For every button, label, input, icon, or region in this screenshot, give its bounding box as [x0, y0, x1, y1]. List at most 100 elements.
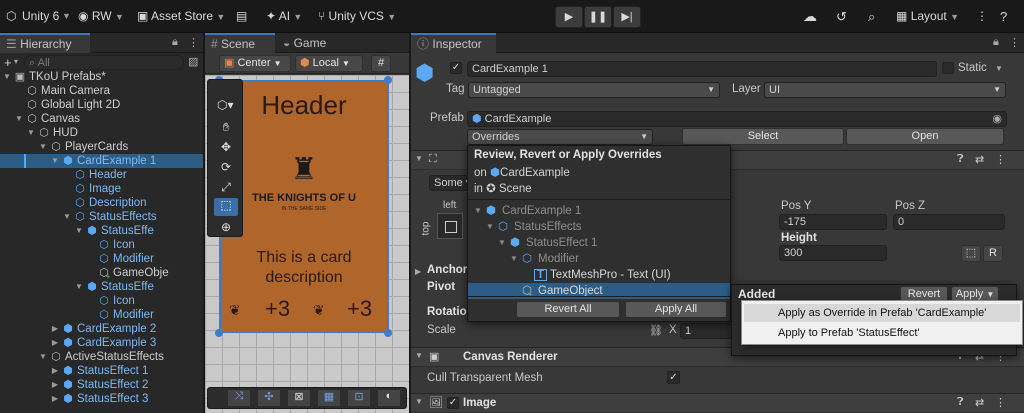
card-rect[interactable]: Header ♜ THE KNIGHTS OF U IN THE SAME SI… — [219, 80, 389, 333]
preset-icon[interactable]: ⇄ — [975, 153, 984, 166]
search-icon[interactable]: ⌕ — [868, 0, 875, 33]
chevron-down-icon[interactable]: ▼ — [498, 235, 506, 251]
hierarchy-row[interactable]: ⬡ Main Camera — [0, 84, 203, 98]
hierarchy-row[interactable]: ⬡ Global Light 2D — [0, 98, 203, 112]
ai-button[interactable]: ✦ AI ▼ — [266, 0, 302, 33]
pivot-dropdown[interactable]: ▣ Center ▼ — [219, 55, 291, 72]
chevron-right-icon[interactable]: ▶ — [50, 336, 60, 350]
raw-edit-button[interactable]: R — [983, 245, 1003, 262]
layer-dropdown[interactable]: UI ▼ — [764, 82, 1006, 98]
scale-tool-icon[interactable]: ⤢ — [216, 180, 236, 196]
tab-scene[interactable]: # Scene — [205, 33, 275, 53]
override-tree-item[interactable]: ▼ ⬡ StatusEffects — [468, 219, 730, 235]
open-button[interactable]: Open — [846, 128, 1004, 145]
view-icon[interactable]: ⊡ — [348, 390, 370, 406]
anchor-preset-button[interactable] — [437, 213, 463, 239]
chevron-down-icon[interactable]: ▼ — [74, 280, 84, 294]
filter-icon[interactable]: ▨ — [188, 55, 198, 68]
cube-icon[interactable]: ⬡▾ — [217, 98, 234, 112]
asset-store-button[interactable]: ▣ Asset Store ▼ — [137, 0, 225, 33]
chevron-down-icon[interactable]: ▼ — [74, 224, 84, 238]
chevron-down-icon[interactable]: ▼ — [510, 251, 518, 267]
package-icon[interactable]: ▤ — [236, 0, 247, 33]
more-icon[interactable]: ⋮ — [995, 153, 1006, 166]
height-input[interactable]: 300 — [779, 245, 887, 261]
history-icon[interactable]: ↺ — [836, 0, 847, 33]
hierarchy-row[interactable]: ▼ ⬡ ActiveStatusEffects — [0, 350, 203, 364]
hierarchy-row[interactable]: ▼ ⬡ Canvas — [0, 112, 203, 126]
hierarchy-row[interactable]: ⬡ Description — [0, 196, 203, 210]
chevron-down-icon[interactable]: ▼ — [26, 126, 36, 140]
pos-y-input[interactable]: -175 — [779, 214, 887, 230]
chevron-down-icon[interactable]: ▼ — [14, 112, 24, 126]
step-button[interactable]: ▶| — [613, 6, 641, 28]
chevron-right-icon[interactable]: ▶ — [50, 364, 60, 378]
rect-handle[interactable] — [215, 329, 223, 337]
revert-all-button[interactable]: Revert All — [516, 301, 620, 318]
chevron-right-icon[interactable]: ▶ — [50, 322, 60, 336]
chevron-down-icon[interactable]: ▼ — [474, 203, 482, 219]
shuffle-icon[interactable]: ⤨ — [228, 390, 250, 406]
override-tree-item[interactable]: ▼ ⬢ CardExample 1 — [468, 203, 730, 219]
cloud-icon[interactable]: ☁ — [803, 0, 817, 33]
account-button[interactable]: ◉ RW ▼ — [78, 0, 124, 33]
preset-icon[interactable]: ⇄ — [975, 396, 984, 409]
transform-tool-icon[interactable]: ⊕ — [216, 220, 236, 236]
hierarchy-row[interactable]: ⬡ Modifier — [0, 308, 203, 322]
blueprint-button[interactable]: ⬚ — [961, 245, 981, 262]
chevron-down-icon[interactable]: ▼ — [38, 140, 48, 154]
hierarchy-row[interactable]: ⬡ Modifier — [0, 252, 203, 266]
chevron-right-icon[interactable]: ▶ — [415, 267, 421, 276]
hierarchy-row[interactable]: ▼ ⬢ StatusEffe — [0, 280, 203, 294]
override-tree-item[interactable]: T TextMeshPro - Text (UI) — [468, 267, 730, 283]
tag-dropdown[interactable]: Untagged ▼ — [468, 82, 720, 98]
grid-snap-button[interactable]: # — [371, 55, 391, 72]
hierarchy-row[interactable]: ▼ ⬡ PlayerCards — [0, 140, 203, 154]
tab-game[interactable]: ◒ Game — [277, 33, 337, 53]
override-tree-item[interactable]: ▼ ⬡ Modifier — [468, 251, 730, 267]
hierarchy-row[interactable]: ▼ ⬡ HUD — [0, 126, 203, 140]
cross-icon[interactable]: ⊠ — [288, 390, 310, 406]
rect-handle[interactable] — [384, 329, 392, 337]
chevron-down-icon[interactable]: ▼ — [50, 154, 60, 168]
hand-tool-icon[interactable]: ✋︎ — [216, 120, 236, 136]
chevron-right-icon[interactable]: ▶ — [50, 378, 60, 392]
object-name-input[interactable]: CardExample 1 — [467, 61, 937, 77]
more-icon[interactable]: ⋮ — [188, 36, 199, 49]
hierarchy-row[interactable]: ▶ ⬢ CardExample 3 — [0, 336, 203, 350]
more-icon[interactable]: ⋮ — [1009, 36, 1020, 49]
hierarchy-row[interactable]: ▶ ⬢ CardExample 2 — [0, 322, 203, 336]
hierarchy-row[interactable]: ▼ ⬢ CardExample 1 — [0, 154, 203, 168]
chevron-down-icon[interactable]: ▼ — [995, 64, 1003, 73]
grid-icon[interactable]: ▦ — [318, 390, 340, 406]
override-tree-item[interactable]: ▼ ⬢ StatusEffect 1 — [468, 235, 730, 251]
chevron-right-icon[interactable]: ▶ — [50, 392, 60, 406]
hierarchy-row[interactable]: ▶ ⬢ StatusEffect 2 — [0, 378, 203, 392]
static-checkbox[interactable] — [942, 62, 954, 74]
hierarchy-row[interactable]: ▼ ▣ TKoU Prefabs* — [0, 70, 203, 84]
tab-hierarchy[interactable]: ☰ Hierarchy — [0, 33, 90, 53]
image-enabled-checkbox[interactable]: ✓ — [447, 397, 459, 409]
snap-icon[interactable]: ✣ — [258, 390, 280, 406]
hierarchy-row[interactable]: ⬡ Icon — [0, 238, 203, 252]
chevron-down-icon[interactable]: ▼ — [2, 70, 12, 84]
play-button[interactable]: ▶ — [555, 6, 583, 28]
move-tool-icon[interactable]: ✥ — [216, 140, 236, 156]
hierarchy-row[interactable]: ⬡ Header — [0, 168, 203, 182]
image-component-header[interactable]: ▼ 🖼︎ ✓ Image ❓︎ ⇄ ⋮ — [411, 393, 1024, 413]
pause-button[interactable]: ❚❚ — [584, 6, 612, 28]
add-icon[interactable]: + — [4, 55, 12, 70]
help-icon[interactable]: ❓︎ — [957, 153, 964, 166]
active-checkbox[interactable]: ✓ — [450, 62, 462, 74]
lock-icon[interactable]: 🔒︎ — [993, 36, 999, 49]
unity-logo-icon[interactable]: ⬡ — [6, 0, 16, 33]
help-icon[interactable]: ❓︎ — [957, 396, 964, 409]
hierarchy-row[interactable]: ▼ ⬢ StatusEffe — [0, 224, 203, 238]
shading-icon[interactable]: ◐ — [378, 390, 400, 406]
lock-icon[interactable]: 🔒︎ — [172, 36, 178, 49]
overrides-dropdown[interactable]: Overrides ▼ — [467, 129, 653, 145]
hierarchy-row[interactable]: ▶ ⬢ StatusEffect 1 — [0, 364, 203, 378]
apply-override-cardexample-item[interactable]: Apply as Override in Prefab 'CardExample… — [744, 304, 1020, 322]
apply-to-statuseffect-item[interactable]: Apply to Prefab 'StatusEffect' — [744, 324, 1020, 342]
pos-z-input[interactable]: 0 — [893, 214, 1005, 230]
